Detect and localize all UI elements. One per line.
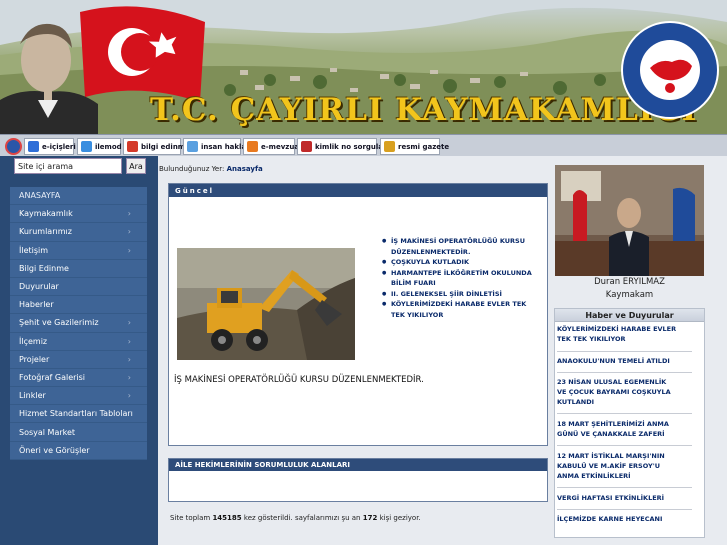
chevron-right-icon: ›	[127, 391, 131, 401]
main-menu: ANASAYFA Kaymakamlık › Kurumlarımız › İlet…	[10, 187, 147, 460]
list-item[interactable]: ANAOKULU'NUN TEMELİ ATILDI	[557, 356, 677, 366]
list-item[interactable]: KÖYLERİMİZDEKİ HARABE EVLER TEK TEK YIKI…	[557, 324, 677, 344]
list-item[interactable]: ÇOŞKUYLA KUTLADIK	[381, 257, 541, 268]
list-item[interactable]: 12 MART İSTİKLAL MARŞI'NIN KABULÜ VE M.A…	[557, 451, 677, 481]
link-ilemod[interactable]: ilemod	[77, 138, 122, 155]
menu-item-bilgi-edinme[interactable]: Bilgi Edinme	[10, 260, 147, 278]
page-title: T.C. ÇAYIRLI KAYMAKAMLIĞI	[150, 92, 698, 128]
guncel-news-list: İŞ MAKİNESİ OPERATÖRLÜĞÜ KURSU DÜZENLENM…	[381, 236, 541, 320]
menu-item-oneri-gorusler[interactable]: Öneri ve Görüşler	[10, 442, 147, 460]
menu-item-projeler[interactable]: Projeler ›	[10, 351, 147, 369]
divider	[557, 372, 692, 373]
list-item[interactable]: İLÇEMİZDE KARNE HEYECANI	[557, 514, 677, 524]
e-mevzuat-icon	[247, 141, 258, 152]
home-logo-icon[interactable]	[5, 138, 22, 155]
resmi-gazete-icon	[384, 141, 395, 152]
chevron-right-icon: ›	[127, 318, 131, 328]
menu-item-iletisim[interactable]: İletişim ›	[10, 242, 147, 260]
list-item[interactable]: İŞ MAKİNESİ OPERATÖRLÜĞÜ KURSU DÜZENLENM…	[381, 236, 541, 257]
list-item[interactable]: 18 MART ŞEHİTLERİMİZİ ANMA GÜNÜ VE ÇANAK…	[557, 419, 677, 439]
aile-hekimleri-panel: AİLE HEKİMLERİNİN SORUMLULUK ALANLARI	[168, 458, 548, 502]
chevron-right-icon: ›	[127, 227, 131, 237]
chevron-right-icon: ›	[127, 245, 131, 255]
link-kimlik-no-sorgulama[interactable]: kimlik no sorgulama	[297, 138, 395, 155]
ministry-seal-icon	[621, 21, 719, 119]
divider	[557, 509, 692, 510]
guncel-panel: Güncel İŞ MAKİNESİ OPERATÖRLÜĞÜ KURSU DÜ…	[168, 183, 548, 446]
quick-link-bar: e-içişleri ilemod bilgi edinme insan hak…	[0, 134, 727, 156]
menu-item-ilcemiz[interactable]: İlçemiz ›	[10, 333, 147, 351]
divider	[557, 351, 692, 352]
menu-item-kaymakamlik[interactable]: Kaymakamlık ›	[10, 205, 147, 224]
divider	[557, 445, 692, 446]
news-photo-excavator[interactable]	[177, 248, 355, 360]
menu-item-anasayfa[interactable]: ANASAYFA	[10, 187, 147, 206]
insan-haklari-icon	[187, 141, 198, 152]
menu-item-kurumlarimiz[interactable]: Kurumlarımız ›	[10, 223, 147, 242]
chevron-right-icon: ›	[127, 354, 131, 364]
ilemod-icon	[81, 141, 92, 152]
list-item[interactable]: HARMANTEPE İLKÖĞRETİM OKULUNDA BİLİM FUA…	[381, 268, 541, 289]
haber-duyurular-panel: Haber ve Duyurular KÖYLERİMİZDEKİ HARABE…	[554, 308, 705, 538]
divider	[557, 413, 692, 414]
kaymakam-photo	[555, 165, 704, 276]
bilgi-edinme-icon	[127, 141, 138, 152]
ataturk-portrait	[0, 23, 98, 134]
menu-item-haberler[interactable]: Haberler	[10, 296, 147, 315]
link-bilgi-edinme[interactable]: bilgi edinme	[123, 138, 190, 155]
e-icisleri-icon	[28, 141, 39, 152]
link-insan-haklari[interactable]: insan hakları	[183, 138, 252, 155]
menu-item-linkler[interactable]: Linkler ›	[10, 387, 147, 406]
view-count: 145185	[212, 514, 242, 522]
header-banner: T.C. ÇAYIRLI KAYMAKAMLIĞI	[0, 0, 727, 134]
kaymakam-title: Kaymakam	[605, 290, 654, 300]
list-item[interactable]: II. GELENEKSEL ŞİİR DİNLETİSİ	[381, 289, 541, 300]
list-item[interactable]: 23 NİSAN ULUSAL EGEMENLİK VE ÇOCUK BAYRA…	[557, 377, 677, 407]
menu-item-sosyal-market[interactable]: Sosyal Market	[10, 423, 147, 442]
guncel-heading: Güncel	[169, 184, 547, 197]
search-input[interactable]	[14, 158, 122, 174]
chevron-right-icon: ›	[127, 372, 131, 382]
link-resmi-gazete[interactable]: resmi gazete	[380, 138, 449, 155]
list-item[interactable]: VERGİ HAFTASI ETKİNLİKLERİ	[557, 493, 677, 503]
link-e-mevzuat[interactable]: e-mevzuat	[243, 138, 302, 155]
kimlik-icon	[301, 141, 312, 152]
breadcrumb: Bulunduğunuz Yer: Anasayfa	[159, 165, 263, 173]
visitor-stats: Site toplam 145185 kez gösterildi. sayfa…	[170, 514, 421, 522]
divider	[557, 487, 692, 488]
haber-duyurular-heading: Haber ve Duyurular	[555, 309, 704, 322]
online-count: 172	[362, 514, 378, 522]
list-item[interactable]: KÖYLERİMİZDEKİ HARABE EVLER TEK TEK YIKI…	[381, 299, 541, 320]
menu-item-sehit-gaziler[interactable]: Şehit ve Gazilerimiz ›	[10, 314, 147, 333]
breadcrumb-current[interactable]: Anasayfa	[227, 165, 263, 173]
menu-item-duyurular[interactable]: Duyurular	[10, 278, 147, 297]
menu-item-fotograf-galerisi[interactable]: Fotoğraf Galerisi ›	[10, 369, 147, 388]
link-e-icisleri[interactable]: e-içişleri	[24, 138, 76, 155]
chevron-right-icon: ›	[127, 336, 131, 346]
search-button[interactable]: Ara	[126, 158, 146, 174]
kaymakam-name: Duran ERYILMAZ	[594, 277, 665, 287]
aile-hekimleri-heading[interactable]: AİLE HEKİMLERİNİN SORUMLULUK ALANLARI	[169, 459, 547, 471]
chevron-right-icon: ›	[127, 209, 131, 219]
menu-item-hizmet-standartlari[interactable]: Hizmet Standartları Tabloları	[10, 405, 147, 424]
news-caption[interactable]: İŞ MAKİNESİ OPERATÖRLÜĞÜ KURSU DÜZENLENM…	[174, 375, 424, 385]
